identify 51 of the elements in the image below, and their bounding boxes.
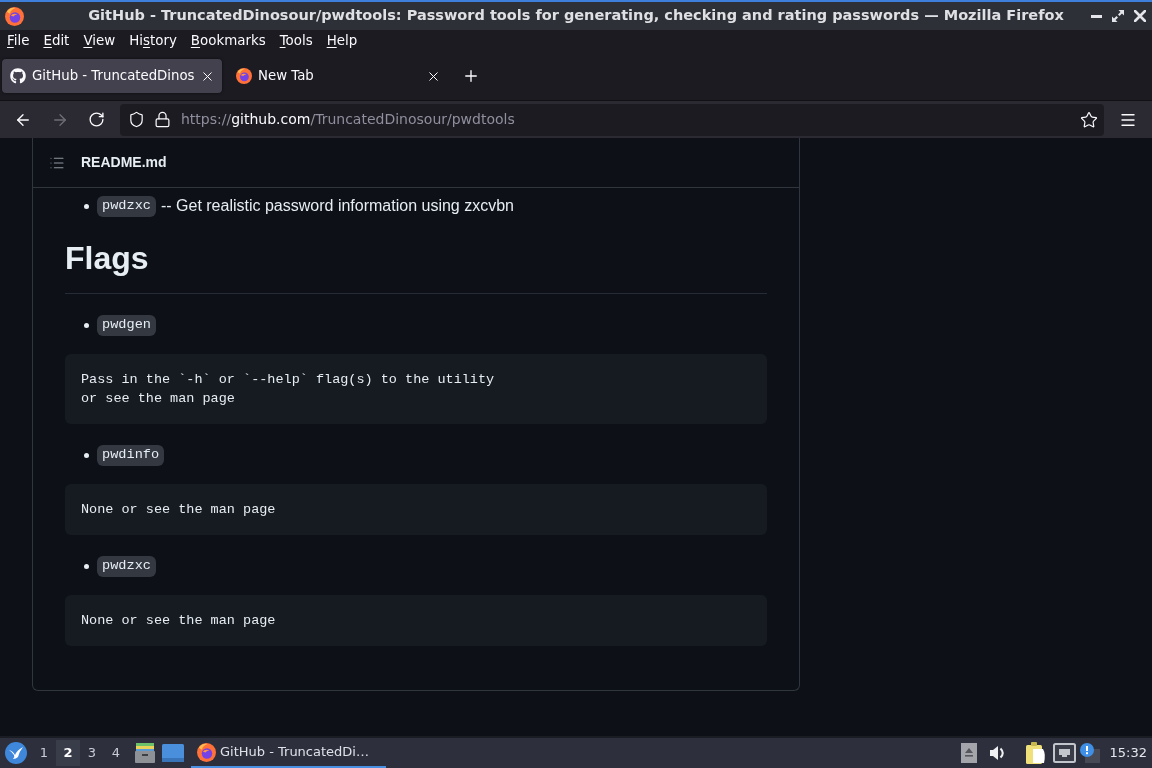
window-title: GitHub - TruncatedDinosour/pwdtools: Password tools for generating, checking and rating passwords — Mozilla Firefox — [88, 6, 1064, 26]
readme-filename: README.md — [81, 153, 167, 172]
clipboard-icon[interactable] — [1025, 742, 1046, 764]
workspace-button[interactable]: 1 — [32, 740, 56, 766]
star-icon[interactable] — [1080, 110, 1098, 129]
section-heading: Flags — [65, 239, 150, 278]
taskbar-task[interactable]: GitHub - TruncatedDi… — [191, 738, 386, 768]
eject-icon[interactable] — [960, 743, 977, 763]
bullet-icon — [84, 322, 89, 328]
inline-code: pwdgen — [97, 314, 156, 336]
menu-item[interactable]: Bookmarks — [183, 30, 273, 52]
maximize-icon[interactable] — [1112, 10, 1124, 22]
file-cabinet-icon[interactable] — [135, 743, 155, 763]
browser-logo-icon — [5, 6, 24, 26]
workspace-button[interactable]: 2 — [56, 740, 80, 766]
inline-code: pwdinfo — [97, 444, 165, 466]
workspace-button[interactable]: 3 — [80, 740, 104, 766]
browser-logo-icon — [197, 742, 216, 762]
url-text: https://github.com/TruncatedDinosour/pwdtools — [181, 110, 515, 129]
bullet-icon — [84, 563, 89, 569]
menu-item[interactable]: History — [122, 30, 184, 52]
reload-icon[interactable] — [88, 111, 105, 128]
address-field[interactable]: https://github.com/TruncatedDinosour/pwdtools — [120, 103, 1104, 136]
shield-icon[interactable] — [128, 111, 145, 128]
menu-item[interactable]: Tools — [272, 30, 320, 52]
menu-item[interactable]: Help — [319, 30, 365, 52]
menu-item[interactable]: File — [0, 30, 37, 52]
minimize-icon[interactable] — [1091, 14, 1102, 18]
browser-tab[interactable]: GitHub - TruncatedDinos — [2, 59, 222, 93]
inline-code: pwdzxc — [97, 555, 156, 577]
new-tab-icon[interactable] — [462, 67, 480, 85]
bullet-icon — [84, 203, 89, 209]
notification-icon[interactable] — [1079, 743, 1100, 763]
code-text: None or see the man page — [81, 612, 277, 630]
menu-item[interactable]: View — [76, 30, 123, 52]
cat-logo-icon — [10, 68, 26, 84]
network-icon[interactable] — [1052, 743, 1076, 763]
workspace-button[interactable]: 4 — [104, 740, 128, 766]
browser-tab[interactable]: New Tab — [228, 59, 448, 93]
menu-item[interactable]: Edit — [36, 30, 77, 52]
code-text: Pass in the `-h` or `--help` flag(s) to the utility or see the man page — [81, 371, 496, 408]
bird-logo-icon[interactable] — [5, 742, 27, 764]
speaker-icon[interactable] — [989, 745, 1006, 761]
close-icon[interactable] — [1134, 10, 1146, 22]
clock-text[interactable]: 15:32 — [1109, 743, 1147, 763]
lock-icon[interactable] — [154, 111, 171, 128]
description-text: -- Get realistic password information using zxcvbn — [160, 196, 514, 216]
code-text: None or see the man page — [81, 501, 277, 519]
browser-logo-icon — [236, 68, 252, 84]
inline-code: pwdzxc — [97, 195, 156, 217]
bullet-icon — [84, 452, 89, 458]
